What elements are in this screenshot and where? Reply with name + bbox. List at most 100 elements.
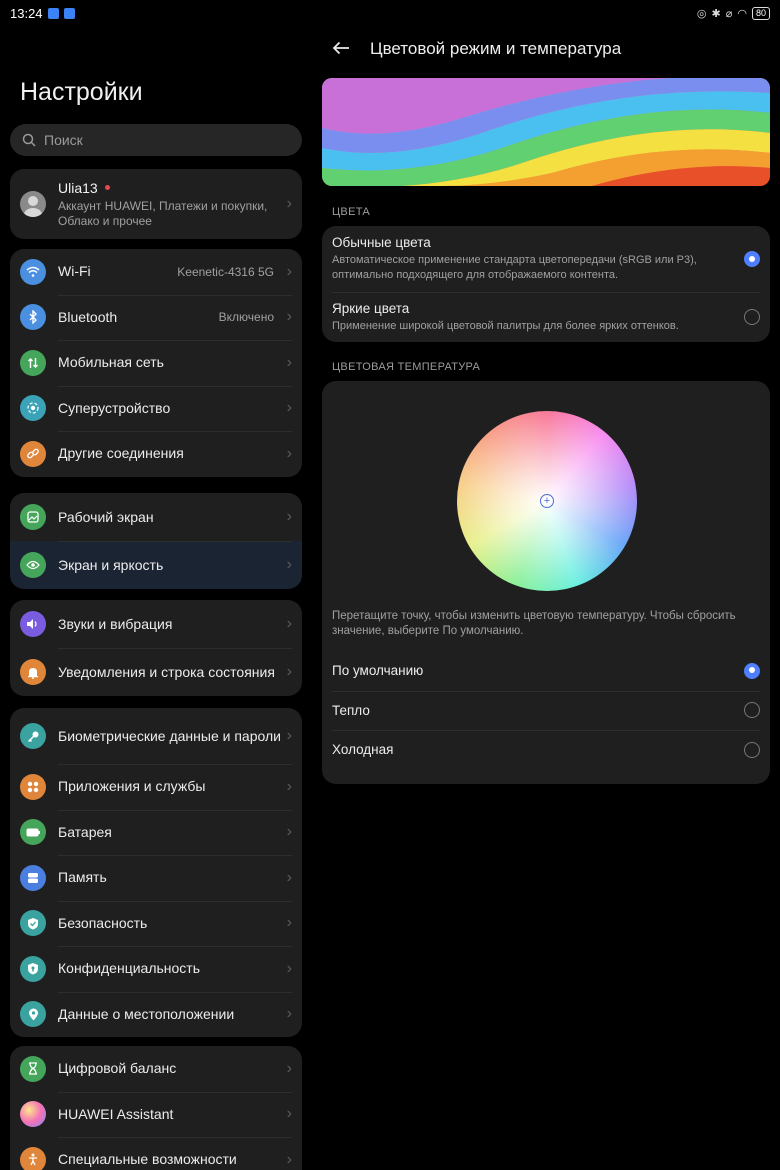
radio-cold[interactable] [744,741,760,758]
sidebar-item-bluetooth[interactable]: Bluetooth Включено › [10,294,302,341]
sidebar-item-home-screen[interactable]: Рабочий экран › [10,493,302,541]
back-arrow-icon[interactable] [332,38,356,61]
option-cold[interactable]: Холодная [322,730,770,770]
hourglass-icon [20,1055,46,1082]
settings-group-connectivity: Wi-Fi Keenetic-4316 5G › Bluetooth Включ… [10,249,302,477]
status-bar: 13:24 ◎ ✱ ⌀ ◠ 80 [0,0,780,26]
chevron-right-icon: › [286,727,292,744]
home-screen-icon [20,504,46,530]
sidebar-item-notifications[interactable]: Уведомления и строка состояния › [10,648,302,696]
chevron-right-icon: › [286,777,292,795]
temperature-options: По умолчанию Тепло Холодная [322,651,770,770]
sidebar-item-label: Рабочий экран [58,508,154,525]
radio-normal-colors[interactable] [744,251,760,267]
sidebar-item-security[interactable]: Безопасность › [10,900,302,947]
sidebar-item-wifi[interactable]: Wi-Fi Keenetic-4316 5G › [10,249,302,295]
section-label-colors: ЦВЕТА [332,206,371,218]
account-subtitle-line2: Облако и прочее [58,213,152,228]
sidebar-item-label: Wi-Fi [58,263,91,280]
color-picker-handle[interactable]: + [540,494,554,508]
mobile-network-icon [20,349,46,376]
sidebar-item-biometrics[interactable]: Биометрические данные и пароли › [10,708,302,764]
sidebar-item-label: Данные о местоположении [58,1005,235,1022]
sidebar-item-digital-balance[interactable]: Цифровой баланс › [10,1046,302,1092]
sidebar-item-apps[interactable]: Приложения и службы › [10,764,302,810]
radio-default[interactable] [744,662,760,679]
chevron-right-icon: › [286,1150,292,1168]
sidebar-item-accessibility[interactable]: Специальные возможности › [10,1137,302,1170]
super-device-icon [20,395,46,422]
chevron-right-icon: › [286,308,292,326]
option-vivid-colors[interactable]: Яркие цвета Применение широкой цветовой … [322,292,770,342]
sidebar-item-label: Мобильная сеть [58,354,164,371]
detail-header: Цветовой режим и температура [312,34,621,64]
status-right: ◎ ✱ ⌀ ◠ 80 [696,6,770,20]
storage-icon [20,864,46,891]
sidebar-item-value: Включено [218,310,274,325]
sidebar-item-display-brightness[interactable]: Экран и яркость › [10,541,302,589]
accessibility-icon [20,1146,46,1170]
speaker-icon [20,611,46,637]
color-mode-card: Обычные цвета Автоматическое применение … [322,226,770,342]
chevron-right-icon: › [286,1005,292,1023]
sidebar-item-sounds[interactable]: Звуки и вибрация › [10,600,302,648]
color-temperature-card: + Перетащите точку, чтобы изменить цвето… [322,381,770,784]
settings-group-sound: Звуки и вибрация › Уведомления и строка … [10,600,302,696]
settings-title: Настройки [20,78,143,106]
bluetooth-icon [20,304,46,331]
option-title: По умолчанию [332,663,424,679]
detail-pane: Цветовой режим и температура ЦВЕТА Обычн… [312,26,780,1170]
settings-group-display: Рабочий экран › Экран и яркость › [10,493,302,589]
radio-vivid-colors[interactable] [744,309,760,325]
account-subtitle-line1: Аккаунт HUAWEI, Платежи и покупки, [58,198,268,213]
chevron-right-icon: › [286,823,292,841]
sidebar-item-battery[interactable]: Батарея › [10,809,302,856]
option-title: Тепло [332,702,370,718]
location-icon [20,1001,46,1028]
sidebar-item-privacy[interactable]: Конфиденциальность › [10,946,302,992]
mute-icon: ⌀ [725,7,733,20]
wifi-icon [20,258,46,285]
chevron-right-icon: › [286,1059,292,1077]
sidebar-item-label: Другие соединения [58,445,184,462]
search-bar[interactable] [10,124,302,156]
chevron-right-icon: › [286,663,292,680]
sidebar-item-label: Экран и яркость [58,556,164,573]
sidebar-item-label: Память [58,869,107,886]
option-normal-colors[interactable]: Обычные цвета Автоматическое применение … [322,226,770,292]
avatar [20,191,46,217]
radio-warm[interactable] [744,702,760,719]
chevron-right-icon: › [286,195,292,212]
chevron-right-icon: › [286,262,292,280]
sidebar-item-super-device[interactable]: Суперустройство › [10,385,302,432]
option-title: Яркие цвета [332,300,410,316]
color-temperature-wheel[interactable]: + [457,411,637,591]
sidebar-item-storage[interactable]: Память › [10,855,302,901]
sidebar-item-other-connections[interactable]: Другие соединения › [10,431,302,477]
sidebar-item-location[interactable]: Данные о местоположении › [10,991,302,1038]
sidebar-item-label: Суперустройство [58,399,171,416]
account-subtitle: Аккаунт HUAWEI, Платежи и покупки, Облак… [58,199,282,229]
sidebar-item-mobile-network[interactable]: Мобильная сеть › [10,340,302,386]
search-input[interactable] [44,132,264,148]
assistant-icon [20,1101,46,1128]
chevron-right-icon: › [286,615,292,632]
option-description: Автоматическое применение стандарта цвет… [332,254,697,281]
wifi-status-icon: ◠ [737,7,747,20]
chevron-right-icon: › [286,959,292,977]
sidebar-item-huawei-assistant[interactable]: HUAWEI Assistant › [10,1091,302,1138]
option-warm[interactable]: Тепло [322,690,770,731]
option-default[interactable]: По умолчанию [322,651,770,691]
battery-icon [20,819,46,846]
key-icon [20,723,46,749]
sidebar-item-label: Цифровой баланс [58,1060,177,1077]
link-icon [20,440,46,467]
notification-app-icon-2 [63,7,75,19]
account-card[interactable]: Ulia13 Аккаунт HUAWEI, Платежи и покупки… [10,169,302,239]
sidebar-item-label: Уведомления и строка состояния [58,663,275,680]
nfc-icon: ◎ [696,7,707,20]
chevron-right-icon: › [286,868,292,886]
bluetooth-status-icon: ✱ [711,7,721,20]
battery-indicator: 80 [751,6,770,20]
account-name-row: Ulia13 [58,180,282,196]
